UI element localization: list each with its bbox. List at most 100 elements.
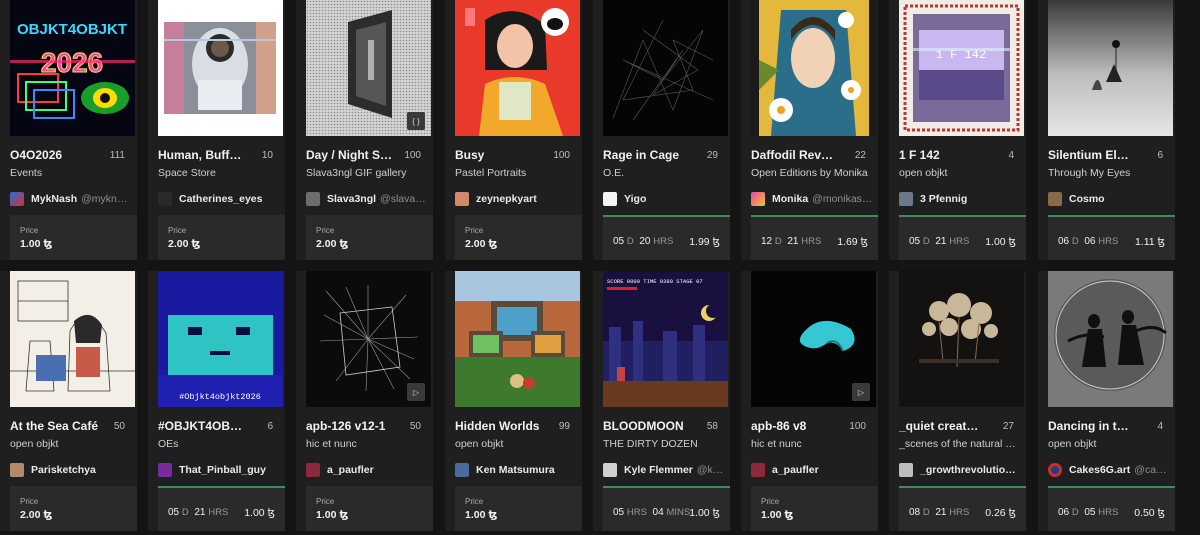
play-icon[interactable]: ▷ bbox=[407, 383, 425, 401]
artwork-card[interactable]: ▷ apb-126 v12-1 50 hic et nunc a_paufler… bbox=[296, 271, 433, 531]
artwork-title[interactable]: Day / Night S… bbox=[306, 148, 401, 162]
artist-link[interactable]: Yigo bbox=[603, 191, 725, 207]
artist-link[interactable]: Ken Matsumura bbox=[455, 462, 577, 478]
collection-name[interactable]: Events bbox=[10, 167, 130, 179]
artwork-thumbnail[interactable]: 1 F 142 bbox=[899, 0, 1024, 136]
artist-name: Cakes6G.art bbox=[1069, 464, 1131, 476]
artist-name: Kyle Flemmer bbox=[624, 464, 693, 476]
artwork-card[interactable]: Busy 100 Pastel Portraits zeynepkyart Pr… bbox=[445, 0, 582, 260]
artwork-card[interactable]: _quiet creat… 27 _scenes of the natural … bbox=[889, 271, 1026, 531]
collection-name[interactable]: THE DIRTY DOZEN bbox=[603, 438, 723, 450]
artwork-card[interactable]: Human, Buff… 10 Space Store Catherines_e… bbox=[148, 0, 285, 260]
artwork-title[interactable]: Dancing in t… bbox=[1048, 419, 1143, 433]
collection-name[interactable]: OEs bbox=[158, 438, 278, 450]
artwork-title[interactable]: At the Sea Café bbox=[10, 419, 105, 433]
artwork-title[interactable]: O4O2026 bbox=[10, 148, 105, 162]
artist-link[interactable]: That_Pinball_guy bbox=[158, 462, 280, 478]
artist-link[interactable]: _growthrevolutio… bbox=[899, 462, 1021, 478]
artwork-title[interactable]: _quiet creat… bbox=[899, 419, 994, 433]
artist-link[interactable]: Cosmo bbox=[1048, 191, 1170, 207]
edition-count: 6 bbox=[267, 421, 273, 432]
artwork-card[interactable]: #Objkt4objkt2026 #OBJKT4OB… 6 OEs That_P… bbox=[148, 271, 285, 531]
artwork-thumbnail[interactable] bbox=[455, 271, 580, 407]
artwork-title[interactable]: Silentium El… bbox=[1048, 148, 1143, 162]
collection-name[interactable]: Through My Eyes bbox=[1048, 167, 1168, 179]
price-value: 1.11 ꜩ bbox=[1134, 236, 1165, 248]
collection-name[interactable]: hic et nunc bbox=[306, 438, 426, 450]
artwork-card[interactable]: At the Sea Café 50 open objkt Parisketch… bbox=[0, 271, 137, 531]
artist-link[interactable]: Catherines_eyes bbox=[158, 191, 280, 207]
avatar bbox=[751, 463, 765, 477]
artwork-title[interactable]: BLOODMOON bbox=[603, 419, 698, 433]
artwork-thumbnail[interactable] bbox=[1048, 0, 1173, 136]
collection-name[interactable]: open objkt bbox=[899, 167, 1019, 179]
artwork-title[interactable]: 1 F 142 bbox=[899, 148, 994, 162]
artwork-card[interactable]: Rage in Cage 29 O.E. Yigo 05 D 20 HRS 1.… bbox=[593, 0, 730, 260]
edition-count: 27 bbox=[1002, 421, 1014, 432]
artwork-thumbnail[interactable] bbox=[158, 0, 283, 136]
edition-count: 111 bbox=[109, 150, 125, 161]
artist-link[interactable]: 3 Pfennig bbox=[899, 191, 1021, 207]
collection-name[interactable]: _scenes of the natural … bbox=[899, 438, 1019, 450]
collection-name[interactable]: hic et nunc bbox=[751, 438, 871, 450]
artwork-card[interactable]: { } Day / Night S… 100 Slava3ngl GIF gal… bbox=[296, 0, 433, 260]
avatar bbox=[603, 192, 617, 206]
collection-name[interactable]: Space Store bbox=[158, 167, 278, 179]
artwork-card[interactable]: Daffodil Rev… 22 Open Editions by Monika… bbox=[741, 0, 878, 260]
artist-handle: @cak… bbox=[1134, 464, 1170, 476]
edition-count: 58 bbox=[706, 421, 718, 432]
collection-name[interactable]: open objkt bbox=[10, 438, 130, 450]
artist-link[interactable]: MykNash @myknash bbox=[10, 191, 132, 207]
artwork-title[interactable]: apb-126 v12-1 bbox=[306, 419, 401, 433]
collection-name[interactable]: O.E. bbox=[603, 167, 723, 179]
edition-count: 6 bbox=[1157, 150, 1163, 161]
artwork-card[interactable]: Silentium El… 6 Through My Eyes Cosmo 06… bbox=[1038, 0, 1175, 260]
collection-name[interactable]: Slava3ngl GIF gallery bbox=[306, 167, 426, 179]
price-value: 2.00 ꜩ bbox=[168, 238, 201, 250]
artwork-thumbnail[interactable]: { } bbox=[306, 0, 431, 136]
artwork-thumbnail[interactable] bbox=[603, 0, 728, 136]
auction-footer: 06 D 05 HRS 0.50 ꜩ bbox=[1048, 486, 1175, 531]
artwork-thumbnail[interactable]: ▷ bbox=[751, 271, 876, 407]
artist-link[interactable]: Monika @monikas… bbox=[751, 191, 873, 207]
artwork-card[interactable]: 1 F 142 1 F 142 4 open objkt 3 Pfennig 0… bbox=[889, 0, 1026, 260]
avatar bbox=[306, 192, 320, 206]
artist-link[interactable]: Parisketchya bbox=[10, 462, 132, 478]
artist-link[interactable]: zeynepkyart bbox=[455, 191, 577, 207]
artwork-title[interactable]: Busy bbox=[455, 148, 550, 162]
collection-name[interactable]: open objkt bbox=[1048, 438, 1168, 450]
artwork-thumbnail[interactable] bbox=[899, 271, 1024, 407]
artwork-title[interactable]: Rage in Cage bbox=[603, 148, 698, 162]
price-value: 1.69 ꜩ bbox=[837, 236, 868, 248]
artwork-thumbnail[interactable] bbox=[1048, 271, 1173, 407]
collection-name[interactable]: open objkt bbox=[455, 438, 575, 450]
artwork-title[interactable]: #OBJKT4OB… bbox=[158, 419, 253, 433]
artist-link[interactable]: a_paufler bbox=[306, 462, 428, 478]
artist-link[interactable]: Slava3ngl @slava3… bbox=[306, 191, 428, 207]
artwork-card[interactable]: SCORE 0000 TIME 0380 STAGE 07 BLOODMOON … bbox=[593, 271, 730, 531]
artwork-title[interactable]: Daffodil Rev… bbox=[751, 148, 846, 162]
artwork-card[interactable]: OBJKT4OBJKT 2026 O4O2026 111 Events MykN… bbox=[0, 0, 137, 260]
artwork-title[interactable]: apb-86 v8 bbox=[751, 419, 846, 433]
edition-count: 100 bbox=[849, 421, 866, 432]
collection-name[interactable]: Pastel Portraits bbox=[455, 167, 575, 179]
artist-name: Cosmo bbox=[1069, 193, 1105, 205]
artist-link[interactable]: a_paufler bbox=[751, 462, 873, 478]
artist-link[interactable]: Cakes6G.art @cak… bbox=[1048, 462, 1170, 478]
artwork-card[interactable]: Hidden Worlds 99 open objkt Ken Matsumur… bbox=[445, 271, 582, 531]
price-value: 2.00 ꜩ bbox=[20, 509, 53, 521]
artwork-thumbnail[interactable]: ▷ bbox=[306, 271, 431, 407]
artwork-thumbnail[interactable] bbox=[455, 0, 580, 136]
artwork-thumbnail[interactable] bbox=[10, 271, 135, 407]
artwork-thumbnail[interactable]: SCORE 0000 TIME 0380 STAGE 07 bbox=[603, 271, 728, 407]
artwork-thumbnail[interactable]: OBJKT4OBJKT 2026 bbox=[10, 0, 135, 136]
artist-link[interactable]: Kyle Flemmer @kf… bbox=[603, 462, 725, 478]
artwork-thumbnail[interactable] bbox=[751, 0, 876, 136]
artwork-title[interactable]: Hidden Worlds bbox=[455, 419, 550, 433]
artwork-thumbnail[interactable]: #Objkt4objkt2026 bbox=[158, 271, 283, 407]
collection-name[interactable]: Open Editions by Monika bbox=[751, 167, 871, 179]
artwork-card[interactable]: ▷ apb-86 v8 100 hic et nunc a_paufler Pr… bbox=[741, 271, 878, 531]
artwork-title[interactable]: Human, Buff… bbox=[158, 148, 253, 162]
play-icon[interactable]: ▷ bbox=[852, 383, 870, 401]
artwork-card[interactable]: Dancing in t… 4 open objkt Cakes6G.art @… bbox=[1038, 271, 1175, 531]
